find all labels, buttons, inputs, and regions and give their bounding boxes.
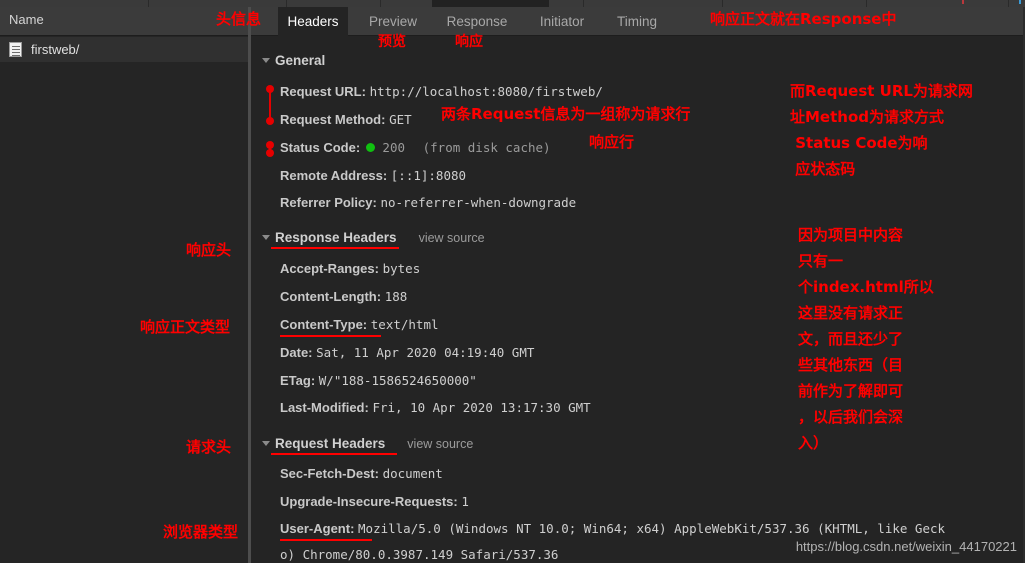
header-row-status-code: Status Code: 200 (from disk cache): [280, 140, 551, 156]
section-request-headers[interactable]: Request Headers view source: [262, 436, 473, 451]
header-value: document: [382, 466, 443, 481]
header-key: ETag:: [280, 373, 316, 388]
header-value: GET: [389, 112, 412, 127]
header-value: text/html: [370, 317, 439, 332]
tab-timing[interactable]: Timing: [606, 7, 668, 36]
tab-initiator[interactable]: Initiator: [526, 7, 598, 36]
header-row-content-type: Content-Type: text/html: [280, 317, 439, 333]
tab-headers[interactable]: Headers: [278, 7, 348, 36]
header-row-accept-ranges: Accept-Ranges: bytes: [280, 261, 420, 277]
header-value: bytes: [382, 261, 421, 276]
header-value: 1: [461, 494, 469, 509]
section-response-headers-title: Response Headers: [275, 230, 397, 245]
header-value[interactable]: http://localhost:8080/firstweb/: [370, 84, 603, 99]
annotation-head-info: 头信息: [216, 10, 262, 28]
header-key: Upgrade-Insecure-Requests:: [280, 494, 458, 509]
header-value: [::1]:8080: [390, 168, 467, 183]
annotation-underline-response-headers: [271, 247, 399, 249]
status-code-value: 200: [382, 140, 405, 155]
header-key: Last-Modified:: [280, 400, 369, 415]
header-row-upgrade-insecure-requests: Upgrade-Insecure-Requests: 1: [280, 494, 469, 510]
section-request-headers-title: Request Headers: [275, 436, 386, 451]
status-code-suffix: (from disk cache): [422, 140, 551, 155]
header-key: Sec-Fetch-Dest:: [280, 466, 379, 481]
annotation-bracket-request-line: [266, 85, 274, 125]
header-row-content-length: Content-Length: 188: [280, 289, 407, 305]
devtools-network-screenshot: Name firstweb/ Headers Preview Response …: [0, 0, 1025, 563]
header-value: W/"188-1586524650000": [318, 373, 477, 388]
header-row-referrer-policy: Referrer Policy: no-referrer-when-downgr…: [280, 195, 576, 211]
header-row-remote-address: Remote Address: [::1]:8080: [280, 168, 466, 184]
network-request-list-panel: Name firstweb/: [0, 7, 248, 563]
annotation-response: 响应: [455, 34, 483, 50]
annotation-project-note: 因为项目中内容 只有一 个index.html所以 这里没有请求正 文，而且还少…: [798, 226, 934, 452]
chevron-down-icon: [262, 58, 270, 63]
header-row-request-method: Request Method: GET: [280, 112, 412, 128]
header-value: Sat, 11 Apr 2020 04:19:40 GMT: [316, 345, 535, 360]
section-general-title: General: [275, 53, 326, 68]
header-row-date: Date: Sat, 11 Apr 2020 04:19:40 GMT: [280, 345, 534, 361]
header-row-last-modified: Last-Modified: Fri, 10 Apr 2020 13:17:30…: [280, 400, 591, 416]
annotation-underline-request-headers: [271, 453, 397, 455]
column-header-name[interactable]: Name: [9, 12, 44, 27]
detail-tabbar: Headers Preview Response Initiator Timin…: [251, 7, 1025, 36]
annotation-status-line: 响应行: [589, 133, 635, 151]
annotation-preview: 预览: [378, 34, 406, 50]
view-source-link-request[interactable]: view source: [407, 437, 473, 451]
watermark: https://blog.csdn.net/weixin_44170221: [795, 539, 1017, 554]
header-value: Mozilla/5.0 (Windows NT 10.0; Win64; x64…: [358, 521, 946, 536]
view-source-link-response[interactable]: view source: [419, 231, 485, 245]
header-key: Request URL:: [280, 84, 366, 99]
chevron-down-icon: [262, 441, 270, 446]
annotation-request-url-note: 而Request URL为请求网 址Method为请求方式 Status Cod…: [790, 82, 973, 178]
annotation-underline-user-agent: [280, 539, 372, 541]
section-response-headers[interactable]: Response Headers view source: [262, 230, 485, 245]
header-row-request-url: Request URL: http://localhost:8080/first…: [280, 84, 603, 100]
annotation-response-body-note: 响应正文就在Response中: [710, 10, 897, 28]
status-ok-indicator-icon: [365, 143, 375, 152]
annotation-request-header: 请求头: [186, 438, 232, 456]
section-general[interactable]: General: [262, 53, 325, 68]
list-item-label: firstweb/: [31, 42, 80, 57]
annotation-bracket-status-line: [266, 141, 274, 161]
annotation-underline-content-type: [280, 335, 381, 337]
chevron-down-icon: [262, 235, 270, 240]
header-key: Accept-Ranges:: [280, 261, 379, 276]
header-key: User-Agent:: [280, 521, 355, 536]
header-key: Date:: [280, 345, 313, 360]
header-key: Remote Address:: [280, 168, 388, 183]
header-key: Content-Type:: [280, 317, 368, 332]
header-value: 188: [384, 289, 408, 304]
header-row-etag: ETag: W/"188-1586524650000": [280, 373, 477, 389]
header-key: Content-Length:: [280, 289, 382, 304]
annotation-request-line-note: 两条Request信息为一组称为请求行: [441, 105, 691, 123]
annotation-response-header: 响应头: [186, 241, 232, 259]
header-value: o) Chrome/80.0.3987.149 Safari/537.36: [280, 547, 559, 562]
header-row-user-agent: User-Agent: Mozilla/5.0 (Windows NT 10.0…: [280, 521, 945, 537]
header-row-sec-fetch-dest: Sec-Fetch-Dest: document: [280, 466, 443, 482]
header-key: Referrer Policy:: [280, 195, 377, 210]
header-key: Status Code:: [280, 140, 361, 155]
document-icon: [9, 42, 22, 57]
network-list-header: Name: [0, 7, 248, 36]
header-value: Fri, 10 Apr 2020 13:17:30 GMT: [372, 400, 591, 415]
annotation-response-body-type: 响应正文类型: [140, 318, 231, 336]
list-item[interactable]: firstweb/: [0, 37, 248, 62]
header-key: Request Method:: [280, 112, 386, 127]
annotation-browser-type: 浏览器类型: [163, 523, 239, 541]
header-row-user-agent-wrap: o) Chrome/80.0.3987.149 Safari/537.36: [280, 547, 558, 563]
header-value: no-referrer-when-downgrade: [380, 195, 577, 210]
